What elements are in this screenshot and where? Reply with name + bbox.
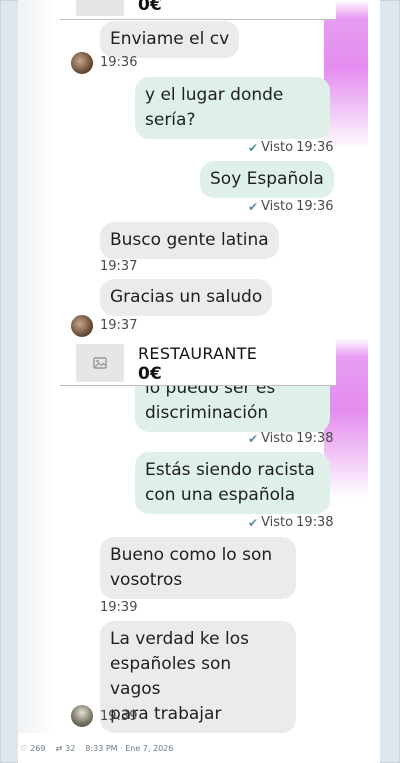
post-timestamp: 8:33 PM · Ene 7, 2026 — [85, 743, 174, 753]
message-outgoing: Estás siendo racista con una española — [135, 452, 330, 514]
double-check-icon: ✔ — [248, 431, 259, 446]
decorative-pink-bar — [324, 0, 368, 150]
double-check-icon: ✔ — [248, 515, 259, 530]
left-shade — [18, 338, 58, 733]
listing-thumbnail — [76, 344, 124, 382]
retweet-icon: ⇄ — [55, 743, 63, 753]
message-text-line: discriminación — [145, 403, 269, 423]
post-footer: ♡ 269 ⇄ 32 8:33 PM · Ene 7, 2026 — [18, 733, 380, 763]
listing-price: 0€ — [138, 364, 162, 384]
message-status: ✔ Visto 19:38 — [248, 515, 334, 530]
contact-avatar — [70, 704, 94, 728]
message-text: Enviame el cv — [110, 29, 230, 49]
message-text-line: y el lugar donde — [145, 85, 284, 105]
message-incoming: Enviame el cv — [100, 21, 240, 58]
message-status: ✔ Visto 19:36 — [248, 199, 334, 214]
listing-header-top[interactable]: 0€ — [60, 0, 336, 20]
listing-thumbnail — [76, 0, 124, 16]
listing-price: 0€ — [138, 0, 162, 15]
message-text-line: españoles son vagos — [110, 654, 232, 699]
message-time: 19:36 — [100, 55, 138, 70]
contact-avatar — [70, 51, 94, 75]
double-check-icon: ✔ — [248, 199, 259, 214]
image-placeholder-icon — [93, 357, 107, 369]
message-text: Soy Española — [210, 169, 324, 189]
message-outgoing: y el lugar donde sería? — [135, 77, 330, 139]
message-text-line: Estás siendo racista — [145, 460, 315, 480]
double-check-icon: ✔ — [248, 140, 259, 155]
message-text: Busco gente latina — [110, 230, 269, 250]
left-shade — [18, 0, 58, 338]
message-text-line: con una española — [145, 485, 296, 505]
message-incoming: Busco gente latina — [100, 222, 279, 259]
message-time: 19:39 — [100, 600, 138, 615]
message-text-line: Bueno como lo son — [110, 545, 273, 565]
message-outgoing: Soy Española — [200, 161, 334, 198]
like-count[interactable]: ♡ 269 — [20, 744, 45, 753]
chat-screenshot-2: lo puedo ser es discriminación RESTAURAN… — [18, 338, 380, 733]
message-text-line: sería? — [145, 110, 196, 130]
message-incoming: Gracias un saludo — [100, 279, 273, 316]
heart-icon: ♡ — [20, 743, 28, 753]
chat-screenshot-1: 0€ Enviame el cv 19:36 y el lugar donde … — [18, 0, 380, 338]
message-incoming: Bueno como lo son vosotros — [100, 537, 296, 599]
listing-header[interactable]: RESTAURANTE 0€ — [60, 338, 336, 386]
listing-title: RESTAURANTE — [138, 344, 258, 363]
message-status: ✔ Visto 19:38 — [248, 431, 334, 446]
message-status: ✔ Visto 19:36 — [248, 140, 334, 155]
message-time: 19:37 — [100, 318, 138, 333]
message-text-line: vosotros — [110, 570, 183, 590]
message-text: Gracias un saludo — [110, 287, 263, 307]
message-time: 19:39 — [100, 709, 138, 724]
contact-avatar — [70, 314, 94, 338]
message-time: 19:37 — [100, 259, 138, 274]
retweet-count[interactable]: ⇄ 32 — [55, 744, 75, 753]
message-text-line: La verdad ke los — [110, 629, 249, 649]
